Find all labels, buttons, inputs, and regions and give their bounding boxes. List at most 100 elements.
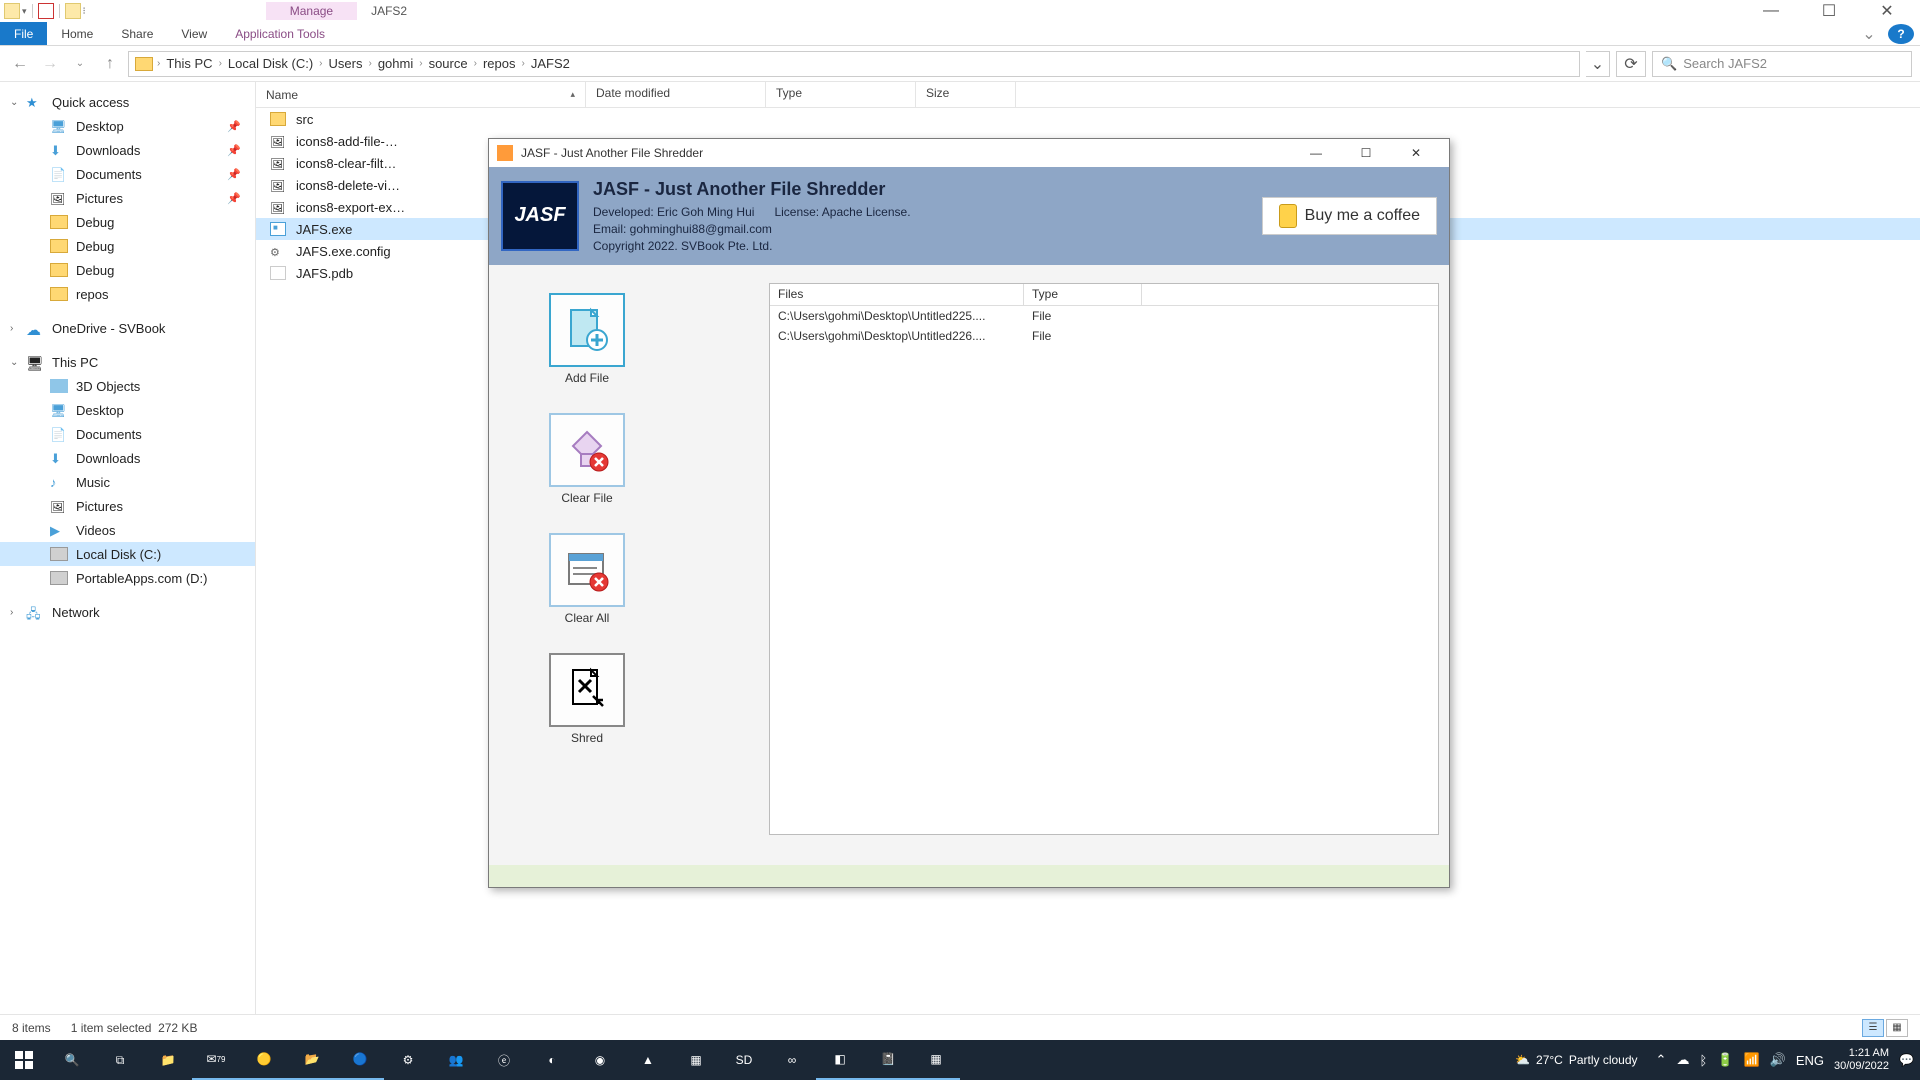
column-type[interactable]: Type (1024, 284, 1142, 305)
qat-dropdown-icon[interactable]: ▾ (22, 6, 27, 17)
breadcrumb[interactable]: JAFS2 (529, 56, 572, 71)
help-button[interactable]: ? (1888, 24, 1914, 44)
taskbar-app-generic3[interactable]: ▲ (624, 1040, 672, 1080)
contextual-tab-manage[interactable]: Manage (266, 2, 357, 20)
breadcrumb[interactable]: Users (327, 56, 365, 71)
sidebar-item[interactable]: Documents📌 (0, 162, 255, 186)
sidebar-item[interactable]: Documents (0, 422, 255, 446)
tab-view[interactable]: View (167, 22, 221, 45)
battery-icon[interactable]: 🔋 (1717, 1052, 1733, 1068)
taskbar-app-generic7[interactable]: 📓 (864, 1040, 912, 1080)
address-history-icon[interactable]: ⌄ (1586, 51, 1610, 77)
breadcrumb[interactable]: source (427, 56, 470, 71)
clear-all-button[interactable]: Clear All (549, 533, 625, 625)
clock[interactable]: 1:21 AM 30/09/2022 (1834, 1047, 1889, 1073)
buy-me-a-coffee-button[interactable]: Buy me a coffee (1262, 197, 1437, 235)
taskbar-app-ie[interactable]: ⓔ (480, 1040, 528, 1080)
close-button[interactable]: ✕ (1858, 1, 1916, 21)
sidebar-item[interactable]: Debug (0, 258, 255, 282)
sidebar-item[interactable]: Downloads (0, 446, 255, 470)
sidebar-item[interactable]: Downloads📌 (0, 138, 255, 162)
address-bar[interactable]: › This PC› Local Disk (C:)› Users› gohmi… (128, 51, 1580, 77)
recent-dropdown-icon[interactable]: ⌄ (68, 52, 92, 76)
notifications-icon[interactable]: 💬 (1899, 1053, 1914, 1067)
sidebar-this-pc[interactable]: ⌄This PC (0, 350, 255, 374)
maximize-button[interactable]: ☐ (1341, 141, 1391, 165)
up-button[interactable]: ↑ (98, 52, 122, 76)
onedrive-icon[interactable]: ☁ (1676, 1052, 1689, 1068)
taskbar-app-edge[interactable]: 🔵 (336, 1040, 384, 1080)
breadcrumb[interactable]: Local Disk (C:) (226, 56, 315, 71)
breadcrumb[interactable]: gohmi (376, 56, 415, 71)
ribbon-collapse-icon[interactable]: ⌄ (1854, 22, 1884, 45)
chevron-up-icon[interactable]: ⌃ (1656, 1052, 1667, 1068)
taskbar-app-jasf[interactable]: ▦ (912, 1040, 960, 1080)
sidebar-item[interactable]: Desktop (0, 398, 255, 422)
search-input[interactable]: 🔍 Search JAFS2 (1652, 51, 1912, 77)
volume-icon[interactable]: 🔊 (1770, 1052, 1786, 1068)
system-tray[interactable]: ⌃ ☁ ᛒ 🔋 📶 🔊 ENG (1656, 1052, 1824, 1068)
column-files[interactable]: Files (770, 284, 1024, 305)
forward-button[interactable]: → (38, 52, 62, 76)
tab-share[interactable]: Share (107, 22, 167, 45)
sidebar-item[interactable]: 3D Objects (0, 374, 255, 398)
properties-icon[interactable] (38, 3, 54, 19)
taskbar-app-generic2[interactable]: ◉ (576, 1040, 624, 1080)
sidebar-item[interactable]: Videos (0, 518, 255, 542)
sidebar-item[interactable]: Pictures📌 (0, 186, 255, 210)
language-indicator[interactable]: ENG (1796, 1053, 1824, 1068)
sidebar-item[interactable]: Debug (0, 210, 255, 234)
breadcrumb[interactable]: repos (481, 56, 518, 71)
sidebar-item[interactable]: Desktop📌 (0, 114, 255, 138)
file-row[interactable]: src (256, 108, 1920, 130)
weather-widget[interactable]: ⛅ 27°C Partly cloudy (1515, 1053, 1637, 1067)
taskbar-app-generic1[interactable]: ◐ (528, 1040, 576, 1080)
taskbar-app-chrome[interactable]: 🟡 (240, 1040, 288, 1080)
taskbar-app-mail[interactable]: ✉79 (192, 1040, 240, 1080)
start-button[interactable] (0, 1040, 48, 1080)
folder-icon[interactable] (4, 3, 20, 19)
close-button[interactable]: ✕ (1391, 141, 1441, 165)
minimize-button[interactable]: — (1742, 1, 1800, 21)
add-file-button[interactable]: Add File (549, 293, 625, 385)
taskbar-app-teams[interactable]: 👥 (432, 1040, 480, 1080)
jasf-list-row[interactable]: C:\Users\gohmi\Desktop\Untitled226....Fi… (770, 326, 1438, 346)
taskbar-app-steam[interactable]: ⚙ (384, 1040, 432, 1080)
clear-file-button[interactable]: Clear File (549, 413, 625, 505)
sidebar-item[interactable]: repos (0, 282, 255, 306)
sidebar-item[interactable]: Debug (0, 234, 255, 258)
sidebar-item[interactable]: PortableApps.com (D:) (0, 566, 255, 590)
taskbar-app-vs[interactable]: ∞ (768, 1040, 816, 1080)
tab-file[interactable]: File (0, 22, 47, 45)
details-view-button[interactable]: ☰ (1862, 1019, 1884, 1037)
tab-home[interactable]: Home (47, 22, 107, 45)
jasf-list-row[interactable]: C:\Users\gohmi\Desktop\Untitled225....Fi… (770, 306, 1438, 326)
refresh-button[interactable]: ⟳ (1616, 51, 1646, 77)
sidebar-onedrive[interactable]: ›OneDrive - SVBook (0, 316, 255, 340)
bluetooth-icon[interactable]: ᛒ (1699, 1053, 1707, 1068)
sidebar-item[interactable]: Music (0, 470, 255, 494)
sidebar-item[interactable]: Pictures (0, 494, 255, 518)
shred-button[interactable]: Shred (549, 653, 625, 745)
jasf-title-bar[interactable]: JASF - Just Another File Shredder — ☐ ✕ (489, 139, 1449, 167)
search-button[interactable]: 🔍 (48, 1040, 96, 1080)
minimize-button[interactable]: — (1291, 141, 1341, 165)
maximize-button[interactable]: ☐ (1800, 1, 1858, 21)
taskbar-app-generic5[interactable]: SD (720, 1040, 768, 1080)
sidebar-network[interactable]: ›Network (0, 600, 255, 624)
taskbar-app-explorer2[interactable]: 📂 (288, 1040, 336, 1080)
tab-application-tools[interactable]: Application Tools (221, 22, 339, 45)
qat-overflow-icon[interactable]: ⁝ (83, 6, 86, 17)
thumbnails-view-button[interactable]: ▦ (1886, 1019, 1908, 1037)
task-view-button[interactable]: ⧉ (96, 1040, 144, 1080)
taskbar-app-explorer[interactable]: 📁 (144, 1040, 192, 1080)
jasf-file-list[interactable]: Files Type C:\Users\gohmi\Desktop\Untitl… (769, 283, 1439, 835)
sidebar-item[interactable]: Local Disk (C:) (0, 542, 255, 566)
breadcrumb[interactable]: This PC (164, 56, 214, 71)
sidebar-quick-access[interactable]: ⌄Quick access (0, 90, 255, 114)
wifi-icon[interactable]: 📶 (1743, 1052, 1759, 1068)
back-button[interactable]: ← (8, 52, 32, 76)
taskbar-app-generic4[interactable]: ▦ (672, 1040, 720, 1080)
folder-icon[interactable] (65, 3, 81, 19)
column-headers[interactable]: Name ▴ Date modified Type Size (256, 82, 1920, 108)
